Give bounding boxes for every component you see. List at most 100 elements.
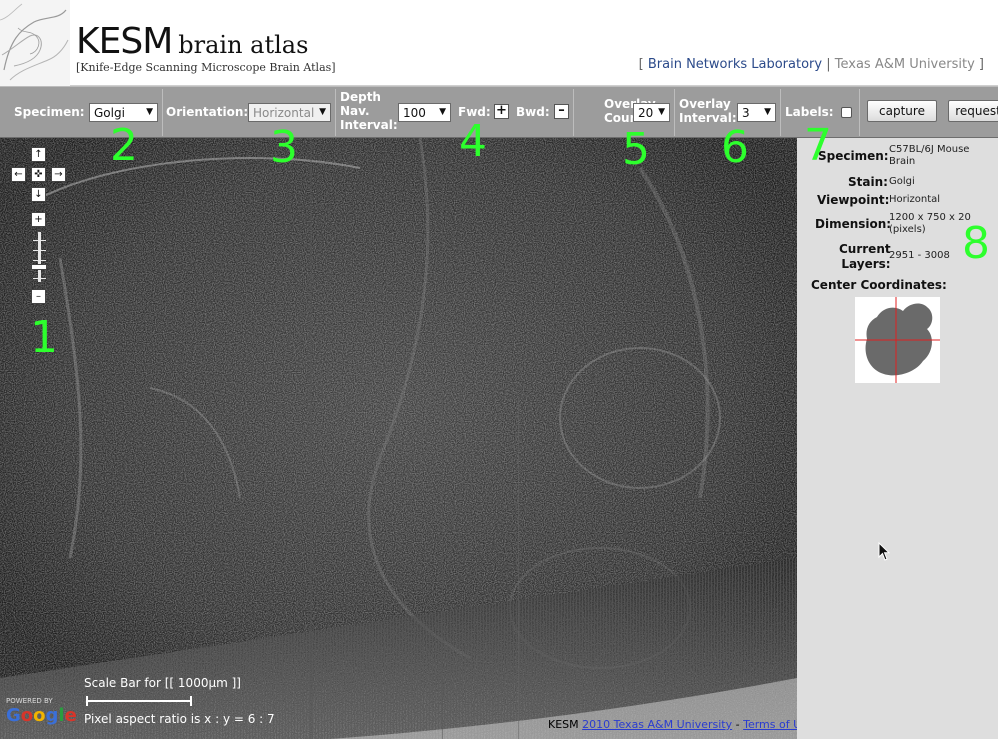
depth-label-line-1: Depth bbox=[340, 90, 381, 104]
brain-tissue-image[interactable] bbox=[0, 138, 797, 739]
info-viewpoint-label: Viewpoint: bbox=[817, 193, 890, 207]
logo-tagline: [Knife-Edge Scanning Microscope Brain At… bbox=[76, 61, 336, 74]
specimen-select-value: Golgi bbox=[94, 106, 125, 120]
annotation-number: 7 bbox=[804, 120, 832, 171]
info-viewpoint-value: Horizontal bbox=[889, 194, 941, 205]
depth-interval-select[interactable]: 100 ▼ bbox=[398, 103, 451, 122]
zoom-tick bbox=[33, 260, 46, 261]
chevron-down-icon: ▼ bbox=[764, 107, 771, 117]
powered-by-text: POWERED BY bbox=[6, 697, 53, 705]
google-letter: G bbox=[6, 705, 21, 726]
overlay-interval-label: Overlay Interval: bbox=[679, 97, 737, 125]
orientation-label: Orientation: bbox=[166, 105, 249, 119]
depth-interval-label: Depth Nav. Interval: bbox=[340, 90, 398, 132]
toolbar-divider bbox=[674, 89, 675, 136]
mouse-pointer-icon bbox=[878, 542, 891, 561]
toolbar-divider bbox=[859, 89, 860, 136]
specimen-label: Specimen: bbox=[14, 105, 85, 119]
kesm-atlas-page: KESM brain atlas [Knife-Edge Scanning Mic… bbox=[0, 0, 998, 739]
lab-link[interactable]: Brain Networks Laboratory bbox=[648, 57, 822, 72]
bracket-close: ] bbox=[978, 57, 984, 72]
controls-toolbar: Specimen: Golgi ▼ Orientation: Horizontal… bbox=[0, 86, 998, 138]
bracket-open: [ bbox=[638, 57, 644, 72]
scale-bar bbox=[86, 696, 192, 706]
backward-button[interactable]: – bbox=[554, 104, 569, 119]
overlay-interval-value: 3 bbox=[742, 106, 750, 120]
site-header: KESM brain atlas [Knife-Edge Scanning Mic… bbox=[0, 0, 998, 86]
info-layers-value: 2951 - 3008 bbox=[889, 250, 950, 261]
google-letter: o bbox=[20, 705, 34, 726]
annotation-number: 5 bbox=[622, 124, 650, 175]
lab-links: [ Brain Networks Laboratory | Texas A&M … bbox=[639, 57, 984, 72]
orientation-select[interactable]: Horizontal ▼ bbox=[248, 103, 331, 122]
info-specimen-value: C57BL/6J Mouse Brain bbox=[889, 144, 969, 168]
toolbar-divider bbox=[573, 89, 574, 136]
overlay-interval-select[interactable]: 3 ▼ bbox=[737, 103, 776, 122]
info-layers-label: Current Layers: bbox=[839, 242, 891, 272]
forward-button[interactable]: + bbox=[494, 104, 509, 119]
copyright-separator: - bbox=[735, 718, 740, 731]
brain-overview-thumbnail[interactable] bbox=[855, 297, 940, 383]
depth-interval-value: 100 bbox=[403, 106, 426, 120]
toolbar-divider bbox=[780, 89, 781, 136]
link-divider: | bbox=[826, 57, 831, 72]
brain-sketch-decoration bbox=[0, 0, 70, 86]
google-letter: o bbox=[33, 705, 46, 726]
google-letter: g bbox=[45, 705, 59, 726]
info-specimen-value-line-2: Brain bbox=[889, 156, 916, 167]
logo-title[interactable]: KESM brain atlas bbox=[76, 24, 308, 63]
pan-right-button[interactable]: → bbox=[51, 167, 66, 182]
pan-left-button[interactable]: ← bbox=[11, 167, 26, 182]
scale-bar-title: Scale Bar for [[ 1000μm ]] bbox=[84, 676, 241, 690]
logo-main-text: KESM bbox=[76, 21, 173, 62]
info-dimension-value-line-1: 1200 x 750 x 20 bbox=[889, 212, 971, 223]
info-specimen-value-line-1: C57BL/6J Mouse bbox=[889, 144, 970, 155]
copyright-prefix: KESM bbox=[548, 718, 579, 731]
overlay-interval-label-line-1: Overlay bbox=[679, 97, 731, 111]
zoom-tick bbox=[33, 278, 46, 279]
labels-label: Labels: bbox=[785, 105, 834, 119]
depth-label-line-2: Nav. bbox=[340, 104, 370, 118]
center-coordinates-label: Center Coordinates: bbox=[811, 278, 947, 292]
logo-sub-text: brain atlas bbox=[178, 31, 309, 59]
annotation-number: 6 bbox=[721, 122, 749, 173]
info-layers-label-line-2: Layers: bbox=[841, 257, 891, 271]
overlay-count-select[interactable]: 20 ▼ bbox=[633, 103, 670, 122]
zoom-tick bbox=[33, 240, 46, 241]
annotation-number: 3 bbox=[270, 122, 298, 173]
zoom-in-button[interactable]: + bbox=[31, 212, 46, 227]
chevron-down-icon: ▼ bbox=[439, 107, 446, 117]
depth-label-line-3: Interval: bbox=[340, 118, 398, 132]
info-dimension-value: 1200 x 750 x 20 (pixels) bbox=[889, 212, 971, 236]
pixel-aspect-ratio: Pixel aspect ratio is x : y = 6 : 7 bbox=[84, 712, 275, 726]
map-copyright: KESM 2010 Texas A&M University - Terms o… bbox=[548, 718, 814, 731]
copyright-link[interactable]: 2010 Texas A&M University bbox=[582, 718, 732, 731]
pan-center-button[interactable]: ✜ bbox=[31, 167, 46, 182]
orientation-select-value: Horizontal bbox=[253, 106, 315, 120]
google-letter: e bbox=[64, 705, 77, 726]
pan-up-button[interactable]: ↑ bbox=[31, 147, 46, 162]
zoom-slider-handle[interactable] bbox=[31, 264, 47, 270]
toolbar-divider bbox=[335, 89, 336, 136]
info-stain-label: Stain: bbox=[848, 175, 888, 189]
chevron-down-icon: ▼ bbox=[319, 107, 326, 117]
zoom-out-button[interactable]: – bbox=[31, 289, 46, 304]
annotation-number: 4 bbox=[459, 116, 487, 167]
info-stain-value: Golgi bbox=[889, 176, 915, 187]
annotation-number: 2 bbox=[110, 120, 138, 171]
bwd-label: Bwd: bbox=[516, 105, 550, 119]
zoom-tick bbox=[33, 250, 46, 251]
request-button[interactable]: request bbox=[948, 100, 998, 122]
pan-down-button[interactable]: ↓ bbox=[31, 187, 46, 202]
annotation-number: 1 bbox=[30, 312, 58, 363]
google-logo[interactable]: Google bbox=[6, 705, 77, 726]
toolbar-divider bbox=[162, 89, 163, 136]
overlay-count-value: 20 bbox=[638, 106, 654, 120]
chevron-down-icon: ▼ bbox=[658, 107, 665, 117]
chevron-down-icon: ▼ bbox=[146, 107, 153, 117]
annotation-number: 8 bbox=[962, 218, 990, 269]
microscopy-map-view[interactable]: ↑ ← ✜ → ↓ + – bbox=[0, 138, 797, 739]
labels-checkbox[interactable] bbox=[841, 107, 852, 118]
capture-button[interactable]: capture bbox=[867, 100, 937, 122]
university-link[interactable]: Texas A&M University bbox=[835, 57, 975, 72]
